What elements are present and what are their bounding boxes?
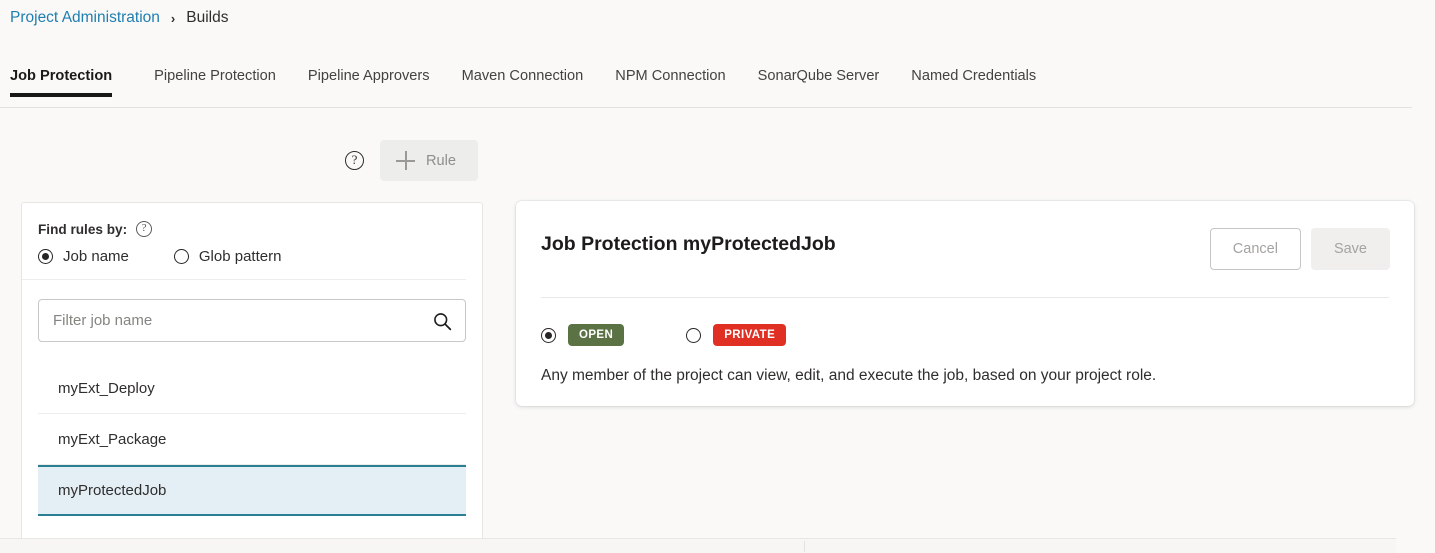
panel-actions: Cancel Save [1210, 228, 1390, 270]
find-mode-radio-group: Job name Glob pattern [22, 237, 466, 280]
tab-sonarqube-server[interactable]: SonarQube Server [742, 68, 896, 96]
tab-job-protection[interactable]: Job Protection [10, 68, 128, 96]
visibility-option-open[interactable]: OPEN [541, 324, 624, 346]
help-circle-icon[interactable]: ? [136, 221, 152, 237]
tab-pipeline-approvers[interactable]: Pipeline Approvers [292, 68, 446, 96]
radio-glob-pattern-label: Glob pattern [199, 248, 282, 265]
filter-search-box[interactable] [38, 299, 466, 342]
page-root: Project Administration › Builds Job Prot… [0, 0, 1435, 553]
tab-maven-connection[interactable]: Maven Connection [446, 68, 600, 96]
help-circle-icon[interactable]: ? [345, 151, 364, 170]
tab-named-credentials[interactable]: Named Credentials [895, 68, 1052, 96]
breadcrumb-current-builds: Builds [186, 9, 228, 27]
breadcrumb: Project Administration › Builds [10, 9, 228, 27]
rules-toolbar: ? Rule [345, 140, 478, 181]
radio-glob-pattern-indicator[interactable] [174, 249, 189, 264]
filter-search-wrapper [22, 280, 482, 342]
find-rules-by-row: Find rules by: ? [22, 203, 482, 237]
search-input[interactable] [39, 300, 465, 341]
radio-job-name-label: Job name [63, 248, 129, 265]
list-item[interactable]: myExt_Deploy [38, 363, 466, 414]
add-rule-button[interactable]: Rule [380, 140, 478, 181]
job-protection-panel: Job Protection myProtectedJob Cancel Sav… [516, 201, 1414, 406]
find-rules-by-label: Find rules by: [38, 222, 127, 237]
tab-bar: Job Protection Pipeline Protection Pipel… [0, 68, 1412, 108]
job-list: myExt_Deploy myExt_Package myProtectedJo… [22, 363, 482, 516]
save-button[interactable]: Save [1311, 228, 1390, 270]
page-title: Job Protection myProtectedJob [541, 233, 836, 256]
plus-icon [396, 151, 415, 170]
panel-header: Job Protection myProtectedJob Cancel Sav… [516, 201, 1414, 270]
horizontal-scrollbar[interactable] [0, 538, 1396, 553]
visibility-option-private[interactable]: PRIVATE [686, 324, 786, 346]
tab-npm-connection[interactable]: NPM Connection [599, 68, 741, 96]
add-rule-label: Rule [426, 153, 456, 169]
radio-private-indicator[interactable] [686, 328, 701, 343]
radio-option-job-name[interactable]: Job name [38, 248, 129, 265]
radio-open-indicator[interactable] [541, 328, 556, 343]
status-badge-private: PRIVATE [713, 324, 786, 346]
horizontal-scrollbar-thumb[interactable] [0, 541, 805, 552]
radio-option-glob-pattern[interactable]: Glob pattern [174, 248, 282, 265]
search-icon[interactable] [432, 311, 452, 331]
visibility-description: Any member of the project can view, edit… [516, 346, 1414, 385]
list-item[interactable]: myExt_Package [38, 414, 466, 465]
chevron-right-icon: › [171, 12, 175, 25]
breadcrumb-link-project-administration[interactable]: Project Administration [10, 9, 160, 27]
cancel-button[interactable]: Cancel [1210, 228, 1301, 270]
list-item[interactable]: myProtectedJob [38, 465, 466, 516]
visibility-radio-group: OPEN PRIVATE [516, 298, 1414, 346]
radio-job-name-indicator[interactable] [38, 249, 53, 264]
tab-pipeline-protection[interactable]: Pipeline Protection [138, 68, 292, 96]
status-badge-open: OPEN [568, 324, 624, 346]
rules-finder-card: Find rules by: ? Job name Glob pattern [21, 202, 483, 542]
